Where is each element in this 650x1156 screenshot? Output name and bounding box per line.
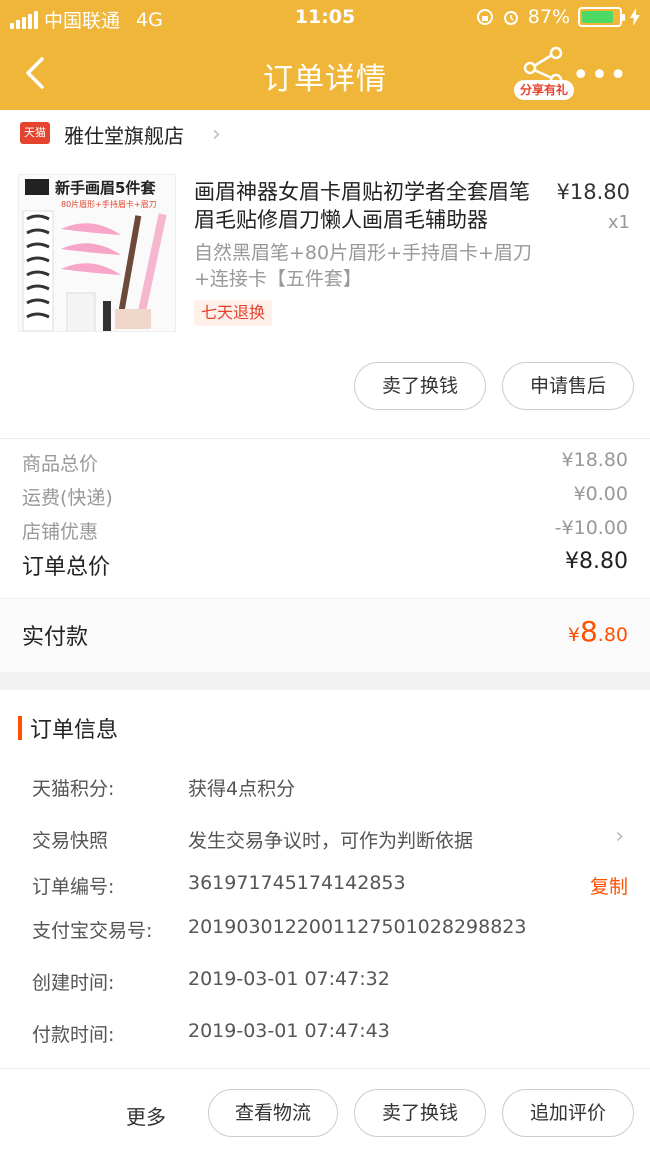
shop-row[interactable]: 天猫 雅仕堂旗舰店 › bbox=[0, 110, 650, 156]
order-item: 新手画眉5件套 80片眉形+手持眉卡+眉刀 画眉神器女眉卡眉贴初学者全套眉笔眉毛… bbox=[0, 156, 650, 438]
action-footer: 更多 查看物流 卖了换钱 追加评价 bbox=[0, 1068, 650, 1156]
product-image-title: 新手画眉5件套 bbox=[55, 179, 156, 197]
order-total-value: ¥8.80 bbox=[565, 549, 628, 574]
nav-bar: 订单详情 分享有礼 ••• bbox=[0, 36, 650, 110]
order-info-section: 订单信息 天猫积分: 获得4点积分 交易快照 发生交易争议时，可作为判断依据 ›… bbox=[0, 690, 650, 1068]
alipay-number-value: 2019030122001127501028298823 bbox=[188, 916, 527, 938]
points-label: 天猫积分: bbox=[32, 778, 115, 800]
paid-time-value: 2019-03-01 07:47:43 bbox=[188, 1020, 390, 1042]
created-time-value: 2019-03-01 07:47:32 bbox=[188, 968, 390, 990]
shop-name: 雅仕堂旗舰店 bbox=[64, 124, 184, 148]
shipping-row: 运费(快递) ¥0.00 bbox=[22, 483, 628, 510]
shipping-label: 运费(快递) bbox=[22, 487, 113, 509]
points-value: 获得4点积分 bbox=[188, 778, 296, 800]
return-policy-badge: 七天退换 bbox=[194, 300, 273, 326]
order-number-label: 订单编号: bbox=[32, 876, 115, 898]
battery-icon bbox=[578, 7, 625, 27]
goods-total-value: ¥18.80 bbox=[561, 449, 628, 471]
after-sale-button[interactable]: 申请售后 bbox=[502, 362, 634, 410]
rotation-lock-icon bbox=[476, 9, 493, 25]
paid-currency: ¥ bbox=[567, 624, 580, 646]
view-logistics-button[interactable]: 查看物流 bbox=[208, 1089, 338, 1137]
order-info-title: 订单信息 bbox=[30, 718, 119, 743]
order-total-label: 订单总价 bbox=[22, 555, 111, 580]
paid-time-label: 付款时间: bbox=[32, 1024, 115, 1046]
status-bar: 中国联通 4G 11:05 87% bbox=[0, 0, 650, 36]
section-accent-bar bbox=[18, 716, 22, 740]
share-button[interactable]: 分享有礼 bbox=[512, 44, 576, 104]
paid-label: 实付款 bbox=[22, 625, 89, 650]
snapshot-value: 发生交易争议时，可作为判断依据 bbox=[188, 830, 474, 852]
product-title[interactable]: 画眉神器女眉卡眉贴初学者全套眉笔眉毛贴修眉刀懒人画眉毛辅助器 bbox=[194, 178, 544, 234]
sell-button[interactable]: 卖了换钱 bbox=[354, 362, 486, 410]
add-review-button[interactable]: 追加评价 bbox=[502, 1089, 634, 1137]
paid-amount: ¥8.80 bbox=[568, 615, 628, 648]
product-image[interactable]: 新手画眉5件套 80片眉形+手持眉卡+眉刀 bbox=[18, 174, 176, 332]
snapshot-label: 交易快照 bbox=[32, 830, 109, 852]
created-time-label: 创建时间: bbox=[32, 972, 115, 994]
order-total-row: 订单总价 ¥8.80 bbox=[22, 549, 628, 581]
alarm-icon bbox=[503, 11, 518, 25]
product-quantity: x1 bbox=[607, 212, 630, 233]
status-right: 87% bbox=[476, 6, 640, 28]
charging-icon bbox=[630, 8, 640, 26]
battery-percent: 87% bbox=[527, 6, 570, 28]
discount-row: 店铺优惠 -¥10.00 bbox=[22, 517, 628, 544]
paid-decimal: .80 bbox=[597, 624, 628, 646]
chevron-right-icon: › bbox=[212, 122, 221, 147]
tmall-logo: 天猫 bbox=[20, 122, 50, 144]
paid-integer: 8 bbox=[579, 615, 598, 648]
copy-button[interactable]: 复制 bbox=[590, 872, 628, 899]
goods-total-row: 商品总价 ¥18.80 bbox=[22, 449, 628, 476]
paid-amount-row: 实付款 ¥8.80 bbox=[0, 598, 650, 672]
discount-value: -¥10.00 bbox=[554, 517, 628, 539]
product-spec: 自然黑眉笔+80片眉形+手持眉卡+眉刀+连接卡【五件套】 bbox=[194, 242, 532, 290]
goods-total-label: 商品总价 bbox=[22, 453, 99, 475]
more-menu-button[interactable]: ••• bbox=[572, 58, 628, 93]
price-summary: 商品总价 ¥18.80 运费(快递) ¥0.00 店铺优惠 -¥10.00 订单… bbox=[0, 438, 650, 598]
shipping-value: ¥0.00 bbox=[573, 483, 628, 505]
discount-label: 店铺优惠 bbox=[22, 521, 99, 543]
alipay-number-label: 支付宝交易号: bbox=[32, 920, 153, 942]
chevron-right-icon: › bbox=[615, 824, 624, 849]
product-price: ¥18.80 bbox=[556, 180, 630, 204]
order-number-value: 361971745174142853 bbox=[188, 872, 406, 894]
sell-button-footer[interactable]: 卖了换钱 bbox=[354, 1089, 486, 1137]
share-reward-tag: 分享有礼 bbox=[514, 80, 574, 100]
more-actions-button[interactable]: 更多 bbox=[126, 1101, 166, 1130]
